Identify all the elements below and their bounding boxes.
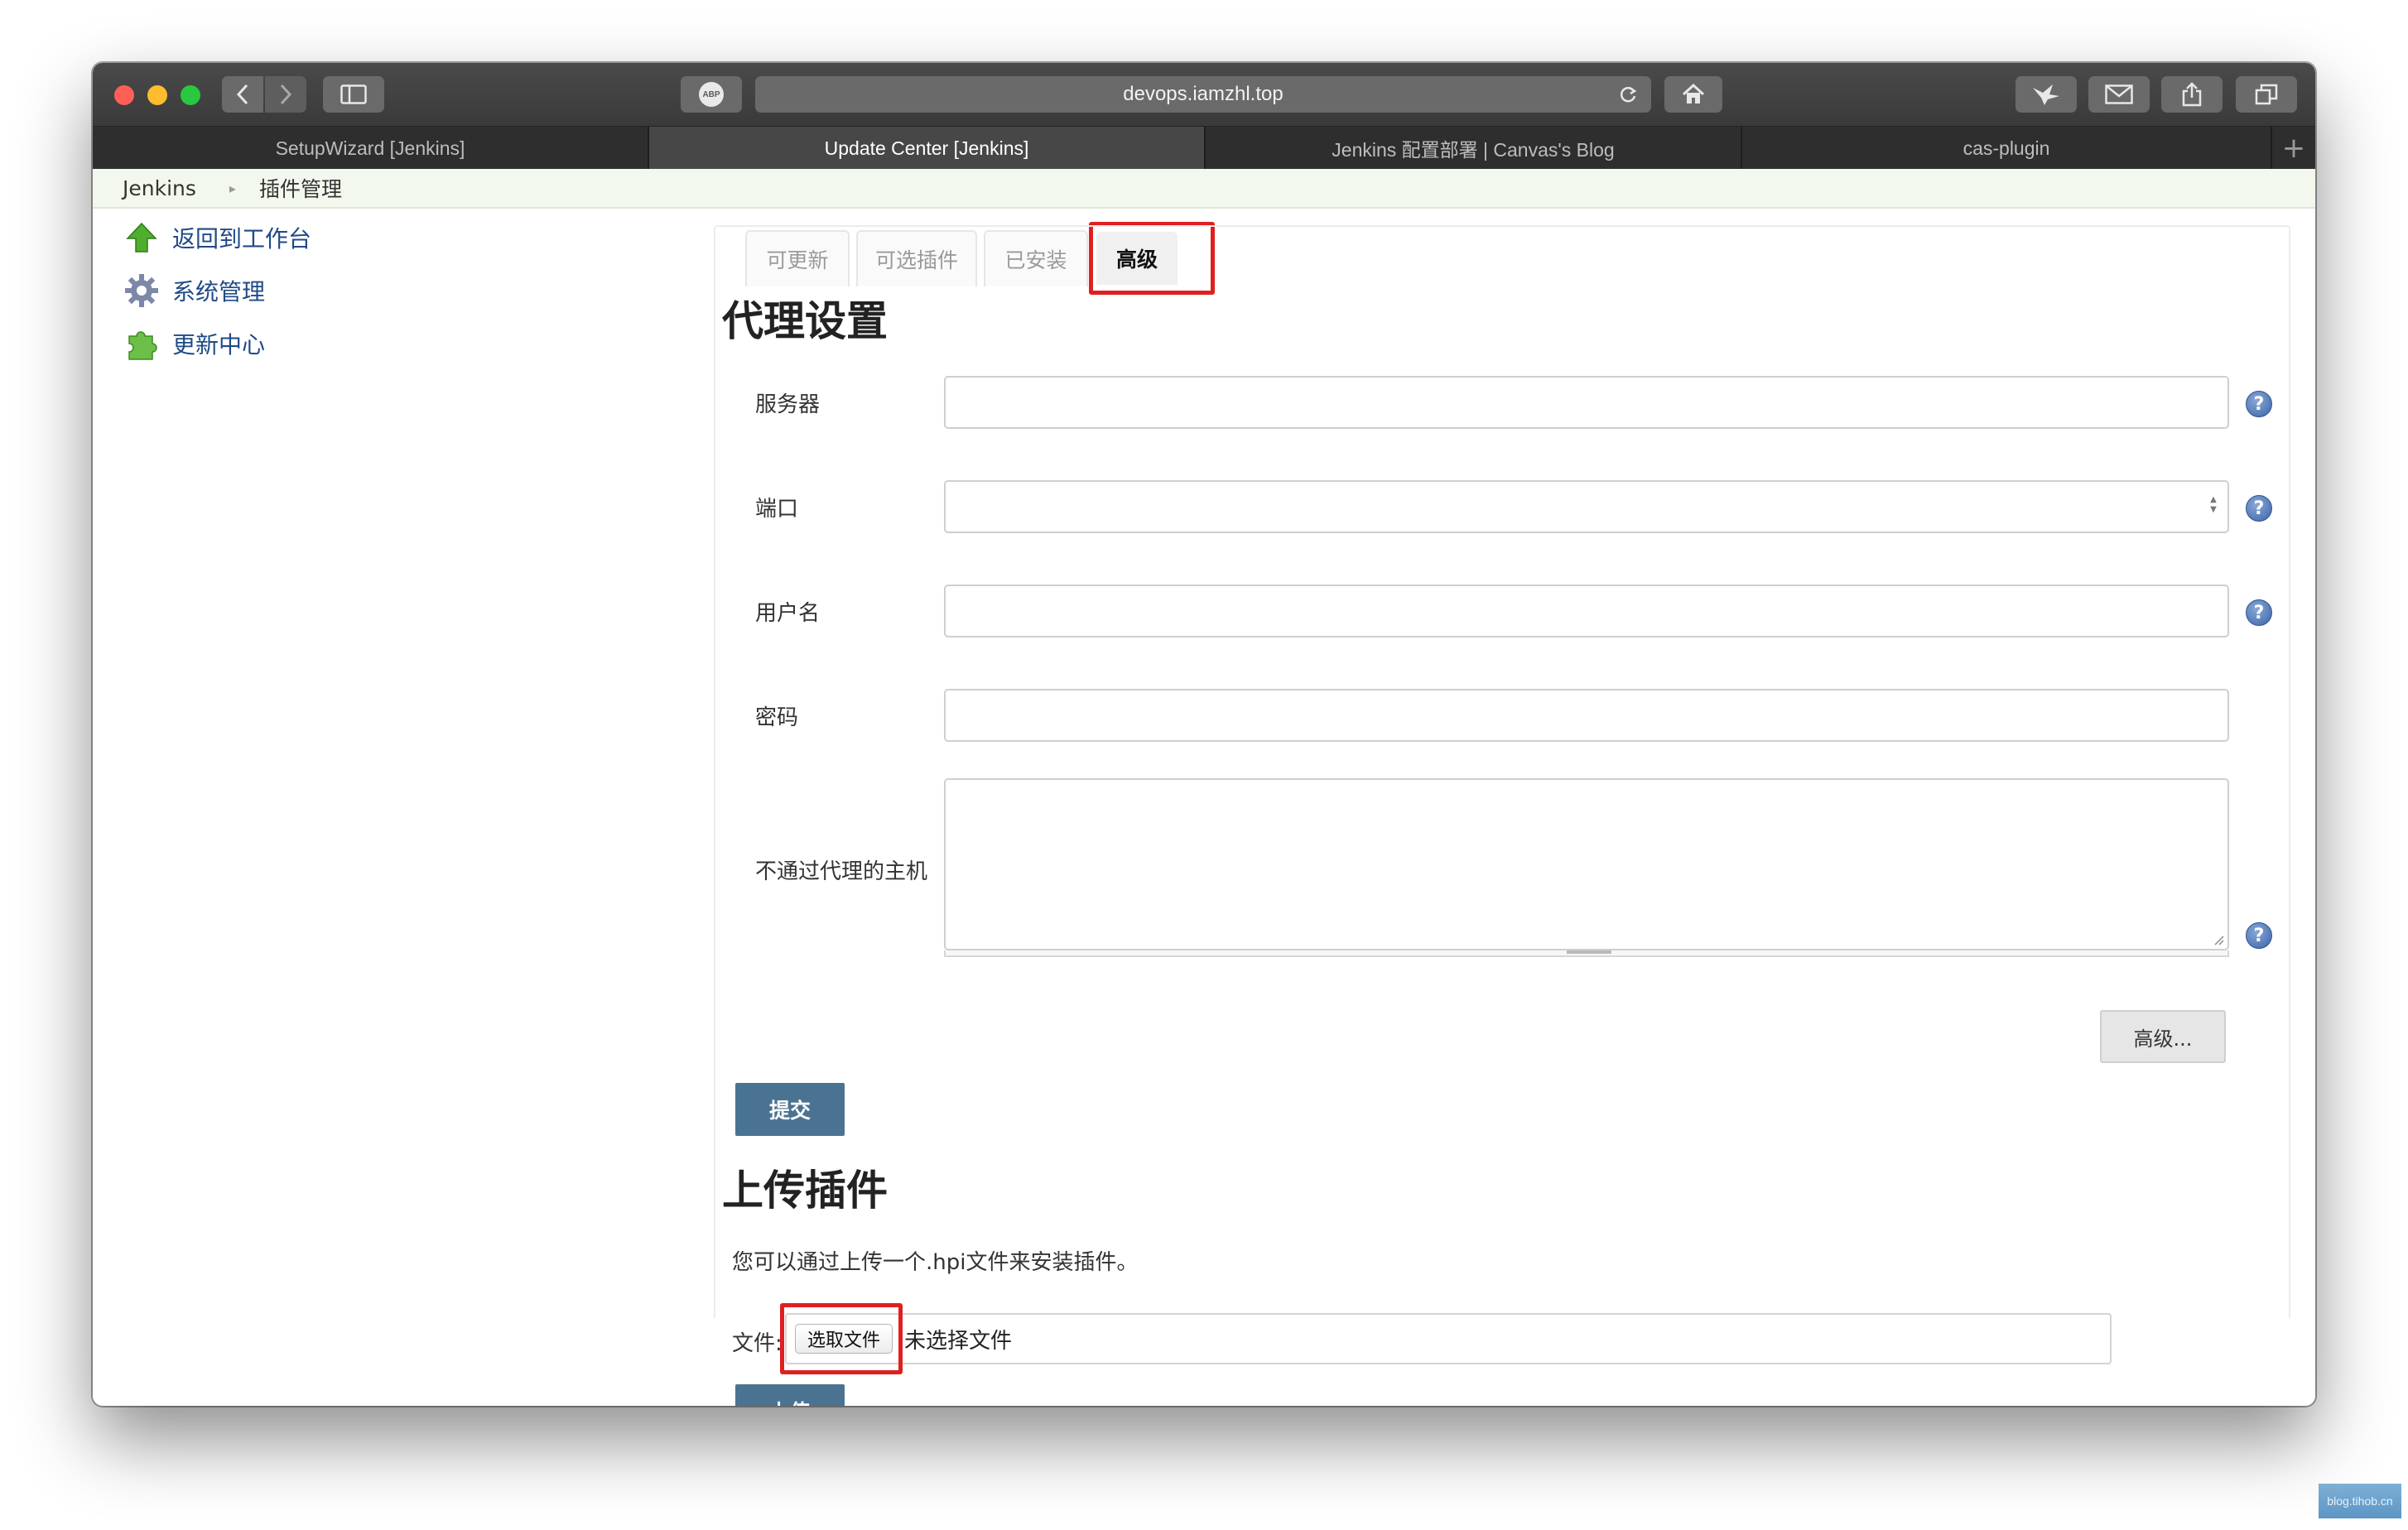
address-bar[interactable]: devops.iamzhl.top <box>755 76 1651 113</box>
no-proxy-hosts-textarea[interactable] <box>944 778 2229 950</box>
mail-icon <box>2105 84 2133 104</box>
upload-plugin-title: 上传插件 <box>722 1167 888 1215</box>
new-tab-button[interactable]: + <box>2272 127 2315 170</box>
sidebar-item-label: 返回到工作台 <box>172 225 312 253</box>
server-label: 服务器 <box>755 392 821 417</box>
gear-icon <box>123 272 161 310</box>
drag-handle[interactable] <box>1567 950 1611 954</box>
adblock-button[interactable]: ABP <box>681 76 742 113</box>
sidebar-toggle-button[interactable] <box>323 76 384 113</box>
watermark: blog.tihob.cn <box>2319 1484 2401 1518</box>
sidebar-item-label: 更新中心 <box>172 331 266 358</box>
tab-bar: SetupWizard [Jenkins] Update Center [Jen… <box>93 126 2315 170</box>
sidebar-item-label: 系统管理 <box>172 278 266 306</box>
back-button[interactable] <box>222 76 263 113</box>
advanced-button[interactable]: 高级... <box>2100 1010 2226 1063</box>
url-text: devops.iamzhl.top <box>1123 83 1283 105</box>
title-bar: ABP devops.iamzhl.top <box>93 63 2315 126</box>
port-label: 端口 <box>755 497 799 522</box>
browser-window: ABP devops.iamzhl.top SetupWizard [Jenki… <box>93 63 2315 1406</box>
choose-file-button[interactable]: 选取文件 <box>795 1324 893 1354</box>
submit-button[interactable]: 提交 <box>735 1083 845 1136</box>
forward-button[interactable] <box>265 76 306 113</box>
password-label: 密码 <box>755 705 799 730</box>
no-file-selected-text: 未选择文件 <box>904 1328 1013 1354</box>
tab-label: cas-plugin <box>1963 137 2050 159</box>
sidebar-item-back-to-dashboard[interactable]: 返回到工作台 <box>123 217 311 258</box>
no-proxy-hosts-label: 不通过代理的主机 <box>755 859 928 884</box>
tab-label: SetupWizard [Jenkins] <box>275 137 465 159</box>
username-input[interactable] <box>944 585 2229 638</box>
stepper-arrows-icon[interactable]: ▲ ▼ <box>2208 495 2219 517</box>
adblock-icon: ABP <box>699 82 724 107</box>
upload-description: 您可以通过上传一个.hpi文件来安装插件。 <box>732 1250 1139 1275</box>
help-icon[interactable]: ? <box>2246 391 2272 417</box>
tab-label: Jenkins 配置部署 | Canvas's Blog <box>1332 139 1615 161</box>
textarea-expand-bar[interactable] <box>944 950 2229 957</box>
chevron-left-icon <box>236 84 248 105</box>
sidebar-icon <box>340 84 367 104</box>
close-window-button[interactable] <box>114 85 134 105</box>
sidebar-item-manage-jenkins[interactable]: 系统管理 <box>123 270 265 311</box>
file-label: 文件: <box>732 1331 783 1356</box>
server-input[interactable] <box>944 376 2229 429</box>
port-input[interactable]: ▲ ▼ <box>944 480 2229 533</box>
mail-button[interactable] <box>2088 76 2150 113</box>
tabs-icon <box>2255 84 2278 105</box>
username-label: 用户名 <box>755 601 821 626</box>
browser-tab[interactable]: Jenkins 配置部署 | Canvas's Blog <box>1206 127 1742 170</box>
home-icon <box>1682 83 1705 103</box>
tab-label: Update Center [Jenkins] <box>824 137 1029 159</box>
home-button[interactable] <box>1664 76 1722 113</box>
extension-button[interactable] <box>2015 76 2077 113</box>
share-button[interactable] <box>2161 76 2223 113</box>
share-icon <box>2182 82 2202 107</box>
upload-button[interactable]: 上传 <box>735 1384 845 1406</box>
browser-tab[interactable]: SetupWizard [Jenkins] <box>93 127 649 170</box>
plus-icon: + <box>2281 132 2306 165</box>
browser-tab[interactable]: cas-plugin <box>1742 127 2272 170</box>
bird-icon <box>2033 84 2059 105</box>
puzzle-icon <box>123 325 161 363</box>
reload-icon[interactable] <box>1618 84 1638 104</box>
sidebar-item-update-center[interactable]: 更新中心 <box>123 323 265 364</box>
proxy-settings-title: 代理设置 <box>722 297 888 345</box>
browser-tab-active[interactable]: Update Center [Jenkins] <box>649 127 1206 170</box>
minimize-window-button[interactable] <box>147 85 167 105</box>
file-input[interactable]: 选取文件 未选择文件 <box>785 1313 2112 1364</box>
chevron-right-icon <box>280 84 292 105</box>
password-input[interactable] <box>944 689 2229 742</box>
breadcrumb-arrow-icon: ▸ <box>229 180 236 196</box>
resize-grip-icon[interactable] <box>2213 934 2224 945</box>
show-tabs-button[interactable] <box>2236 76 2297 113</box>
help-icon[interactable]: ? <box>2246 599 2272 626</box>
help-icon[interactable]: ? <box>2246 495 2272 522</box>
breadcrumb: Jenkins ▸ 插件管理 <box>93 169 2315 209</box>
zoom-window-button[interactable] <box>181 85 200 105</box>
breadcrumb-plugin-manager[interactable]: 插件管理 <box>259 173 342 203</box>
breadcrumb-jenkins[interactable]: Jenkins <box>123 176 196 200</box>
help-icon[interactable]: ? <box>2246 922 2272 949</box>
up-arrow-icon <box>123 219 161 257</box>
